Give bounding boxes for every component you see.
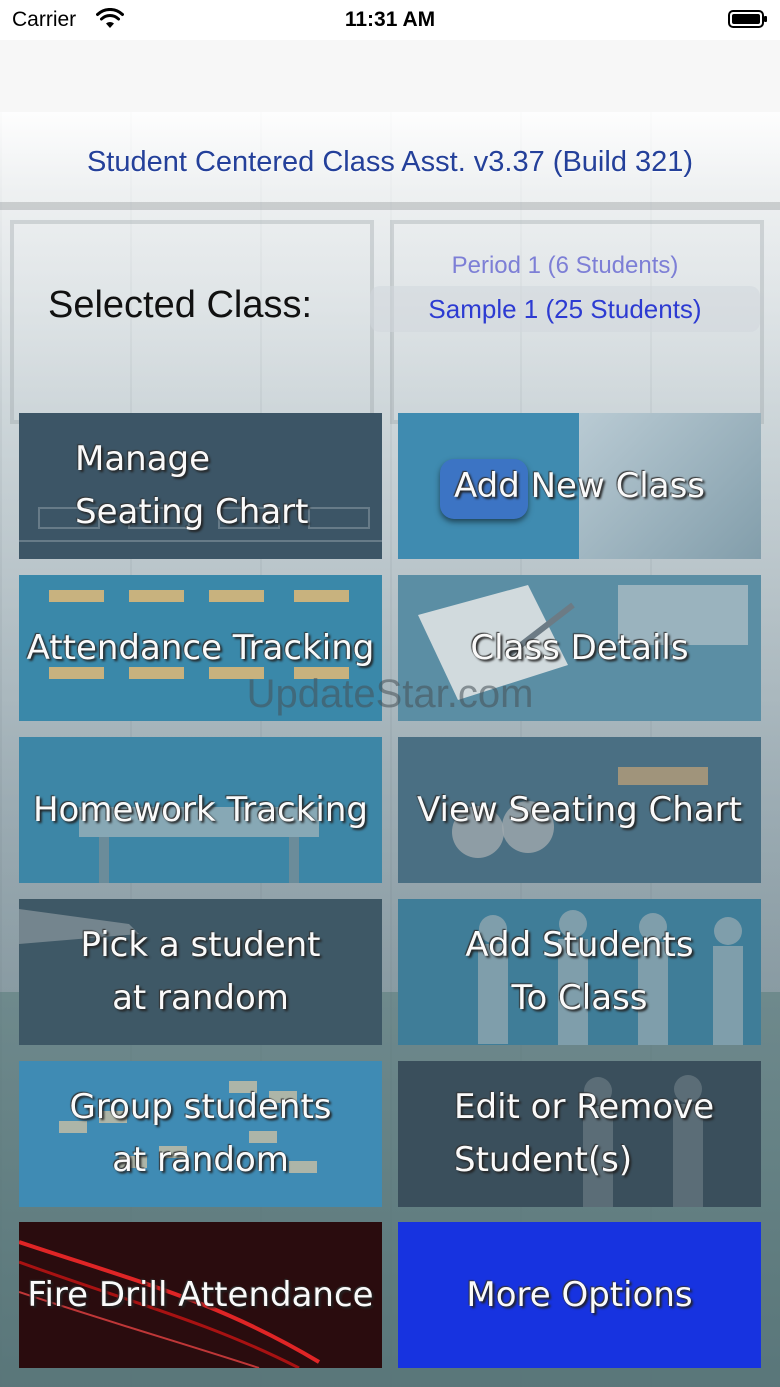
attendance-tracking-button[interactable]: Attendance Tracking <box>19 575 382 721</box>
group-students-random-button[interactable]: Group students at random <box>19 1061 382 1207</box>
more-options-label: More Options <box>466 1274 693 1315</box>
homework-tracking-button[interactable]: Homework Tracking <box>19 737 382 883</box>
edit-remove-students-button[interactable]: Edit or Remove Student(s) <box>398 1061 761 1207</box>
pick-student-random-button[interactable]: Pick a student at random <box>19 899 382 1045</box>
add-students-button[interactable]: Add Students To Class <box>398 899 761 1045</box>
more-options-button[interactable]: More Options <box>398 1222 761 1368</box>
class-picker[interactable]: Period 1 (6 Students) Sample 1 (25 Stude… <box>370 240 760 360</box>
fire-drill-attendance-button[interactable]: Fire Drill Attendance <box>19 1222 382 1368</box>
selected-class-label: Selected Class: <box>48 284 313 326</box>
edit-remove-students-label: Edit or Remove Student(s) <box>454 1087 715 1180</box>
clock: 11:31 AM <box>344 8 436 31</box>
pick-student-random-label: Pick a student at random <box>80 925 321 1018</box>
manage-seating-chart-label: Manage Seating Chart <box>75 439 309 532</box>
navigation-bar <box>0 40 780 113</box>
fire-drill-attendance-label: Fire Drill Attendance <box>27 1274 374 1315</box>
app-title: Student Centered Class Asst. v3.37 (Buil… <box>86 146 694 178</box>
attendance-tracking-label: Attendance Tracking <box>26 627 375 668</box>
class-details-label: Class Details <box>470 627 689 668</box>
view-seating-chart-label: View Seating Chart <box>417 789 742 830</box>
add-students-label: Add Students To Class <box>465 925 694 1018</box>
view-seating-chart-button[interactable]: View Seating Chart <box>398 737 761 883</box>
add-new-class-button[interactable]: Add New Class <box>398 413 761 559</box>
picker-selected-option[interactable]: Sample 1 (25 Students) <box>370 294 760 325</box>
homework-tracking-label: Homework Tracking <box>32 789 369 830</box>
manage-seating-chart-button[interactable]: Manage Seating Chart <box>19 413 382 559</box>
battery-icon <box>728 10 767 28</box>
picker-option[interactable]: Period 1 (6 Students) <box>370 252 760 280</box>
class-details-button[interactable]: Class Details <box>398 575 761 721</box>
status-bar: Carrier 11:31 AM <box>0 0 780 40</box>
add-new-class-label: Add New Class <box>453 465 706 506</box>
group-students-random-label: Group students at random <box>69 1087 332 1180</box>
